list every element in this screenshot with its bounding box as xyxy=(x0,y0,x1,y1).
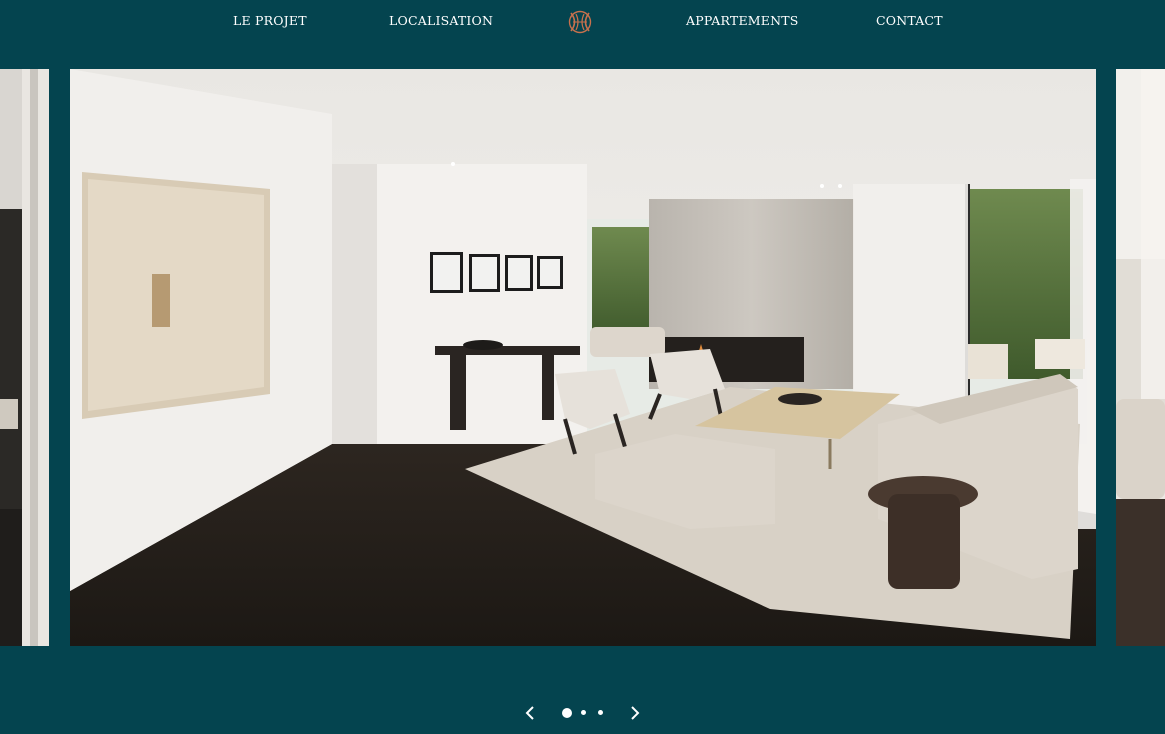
chevron-left-icon xyxy=(525,706,534,720)
nav-link-le-projet[interactable]: LE PROJET xyxy=(233,13,307,28)
nav-link-contact[interactable]: CONTACT xyxy=(876,13,943,28)
nav-link-localisation[interactable]: LOCALISATION xyxy=(389,13,493,28)
carousel-slide-previous-peek[interactable] xyxy=(0,69,49,646)
nav-link-appartements[interactable]: APPARTEMENTS xyxy=(686,13,799,28)
monogram-logo-icon[interactable] xyxy=(567,10,593,34)
carousel-controls xyxy=(0,700,1165,726)
slide-previous-image xyxy=(0,69,49,646)
logo-graphic xyxy=(568,10,592,34)
carousel-slide-active[interactable] xyxy=(70,69,1096,646)
carousel-slide-next-peek[interactable] xyxy=(1116,69,1165,646)
carousel-dot-2[interactable] xyxy=(581,710,586,715)
chevron-right-icon xyxy=(631,706,640,720)
living-room-image xyxy=(70,69,1096,646)
carousel-prev-button[interactable] xyxy=(522,704,540,722)
slide-next-image xyxy=(1116,69,1165,646)
carousel-dot-3[interactable] xyxy=(598,710,603,715)
carousel-next-button[interactable] xyxy=(625,704,643,722)
top-navigation: LE PROJET LOCALISATION APPARTEMENTS CONT… xyxy=(0,0,1165,44)
carousel-dot-1-active[interactable] xyxy=(562,708,572,718)
